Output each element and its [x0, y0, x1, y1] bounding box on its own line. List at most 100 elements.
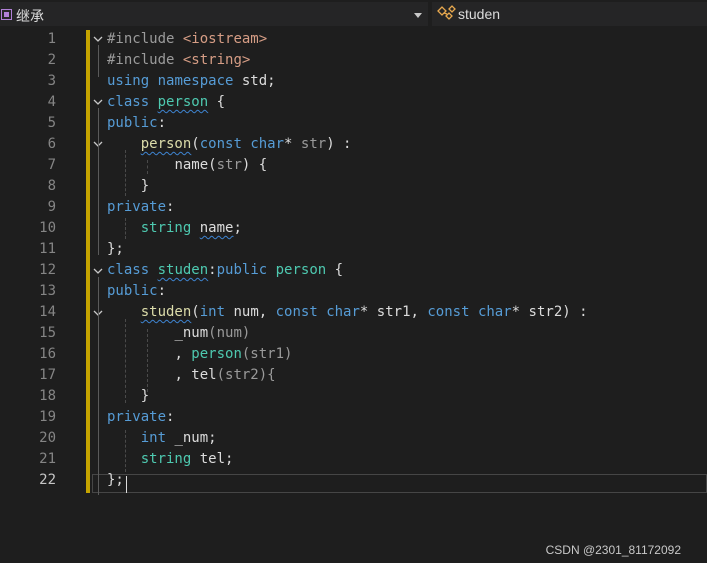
code-line[interactable]: private:	[107, 197, 174, 218]
code-text: (str2){	[216, 367, 276, 383]
collapse-chevron-icon[interactable]	[93, 97, 103, 107]
line-number: 3	[47, 73, 56, 89]
line-number: 15	[39, 325, 56, 341]
class-name: person	[157, 94, 209, 110]
code-line[interactable]: public:	[107, 281, 166, 302]
code-text: * str1,	[359, 304, 428, 320]
preprocessor-directive: #include	[107, 52, 175, 68]
code-line[interactable]: class studen:public person {	[107, 260, 343, 281]
code-text: num,	[225, 304, 276, 320]
code-line[interactable]: , tel(str2){	[107, 365, 276, 386]
line-number: 14	[39, 304, 56, 320]
keyword: private	[107, 199, 167, 215]
member-name: name	[199, 220, 234, 236]
code-line[interactable]: };	[107, 239, 124, 260]
watermark: CSDN @2301_81172092	[545, 543, 681, 557]
line-number: 13	[39, 283, 56, 299]
class-icon	[437, 5, 456, 20]
chevron-down-icon[interactable]	[414, 13, 422, 18]
line-number: 20	[39, 430, 56, 446]
line-number: 10	[39, 220, 56, 236]
keyword: char	[326, 304, 360, 320]
code-line[interactable]: , person(str1)	[107, 344, 292, 365]
code-text: *	[284, 136, 301, 152]
code-text: :	[166, 199, 175, 215]
code-line[interactable]: }	[107, 386, 149, 407]
code-line-active[interactable]: };	[107, 470, 124, 491]
line-number: 12	[39, 262, 56, 278]
code-line[interactable]: public:	[107, 113, 166, 134]
keyword: public	[107, 283, 158, 299]
keyword: namespace	[157, 73, 234, 89]
line-number: 19	[39, 409, 56, 425]
code-line[interactable]: string tel;	[107, 449, 234, 470]
keyword: int	[199, 304, 226, 320]
code-text: :	[166, 409, 175, 425]
symbol-dropdown[interactable]: studen	[432, 2, 707, 26]
code-line[interactable]: }	[107, 176, 149, 197]
class-name: person	[275, 262, 327, 278]
line-number: 17	[39, 367, 56, 383]
type-name: string	[140, 220, 192, 236]
code-text: _num;	[166, 430, 217, 446]
code-line[interactable]: #include <string>	[107, 50, 250, 71]
code-text: {	[326, 262, 344, 278]
code-text: ,	[174, 367, 192, 383]
scope-dropdown[interactable]: 继承	[0, 2, 428, 26]
code-line[interactable]: private:	[107, 407, 174, 428]
code-text: (	[208, 157, 217, 173]
keyword: const	[199, 136, 242, 152]
code-line[interactable]: using namespace std;	[107, 71, 276, 92]
line-number: 6	[47, 136, 56, 152]
collapse-chevron-icon[interactable]	[93, 266, 103, 276]
code-line[interactable]: name(str) {	[107, 155, 267, 176]
text-caret	[126, 476, 127, 493]
code-line[interactable]: #include <iostream>	[107, 29, 267, 50]
outline-guide	[98, 45, 99, 77]
code-line[interactable]: person(const char* str) :	[107, 134, 352, 155]
member-name: tel	[191, 367, 217, 383]
keyword: int	[140, 430, 167, 446]
code-text: ;	[233, 220, 242, 236]
code-line[interactable]: string name;	[107, 218, 242, 239]
code-text: (num)	[208, 325, 251, 341]
code-text: (	[191, 304, 200, 320]
code-text: :	[157, 115, 167, 131]
code-text: ) :	[326, 136, 352, 152]
collapse-chevron-icon[interactable]	[93, 34, 103, 44]
parameter: str	[300, 136, 327, 152]
code-line[interactable]: _num(num)	[107, 323, 250, 344]
code-line[interactable]: class person {	[107, 92, 225, 113]
line-number: 5	[47, 115, 56, 131]
member-name: name	[174, 157, 209, 173]
include-path: <string>	[182, 52, 251, 68]
line-number: 16	[39, 346, 56, 362]
code-text: tel;	[191, 451, 234, 467]
code-text: }	[140, 388, 150, 404]
class-name: person	[191, 346, 242, 362]
line-number: 18	[39, 388, 56, 404]
keyword: using	[107, 73, 150, 89]
scope-label: 继承	[16, 8, 44, 24]
code-text: * str2) :	[511, 304, 588, 320]
line-number: 7	[47, 157, 56, 173]
line-number: 8	[47, 178, 56, 194]
code-line[interactable]: int _num;	[107, 428, 217, 449]
code-text: :	[157, 283, 167, 299]
symbol-label: studen	[458, 6, 501, 22]
include-path: <iostream>	[182, 31, 268, 47]
member-name: _num	[174, 325, 209, 341]
code-line[interactable]: studen(int num, const char* str1, const …	[107, 302, 588, 323]
